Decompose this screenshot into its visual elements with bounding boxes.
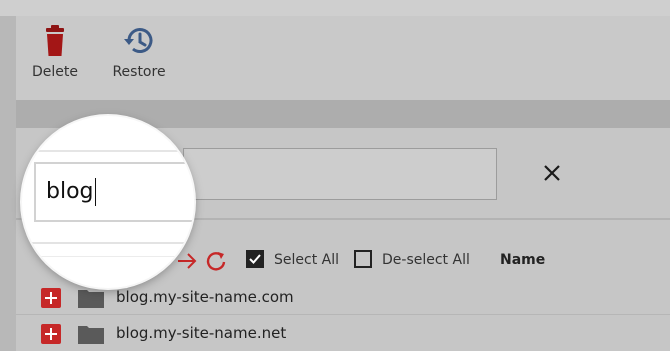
search-value: blog bbox=[46, 179, 94, 204]
select-all-label[interactable]: Select All bbox=[274, 252, 339, 268]
search-input[interactable]: blog bbox=[34, 162, 194, 222]
top-strip bbox=[0, 0, 670, 16]
search-input-frame[interactable] bbox=[183, 148, 497, 200]
folder-icon bbox=[78, 290, 104, 308]
expand-plus-icon[interactable] bbox=[41, 288, 61, 308]
name-column-header[interactable]: Name bbox=[500, 252, 545, 268]
list-item[interactable]: blog.my-site-name.net bbox=[16, 318, 670, 350]
delete-button[interactable]: Delete bbox=[20, 24, 90, 80]
deselect-all-checkbox[interactable] bbox=[354, 250, 372, 268]
checkmark-icon bbox=[249, 254, 261, 264]
trash-icon bbox=[46, 25, 64, 56]
magnified-divider bbox=[22, 256, 194, 257]
deselect-all-label[interactable]: De-select All bbox=[382, 252, 470, 268]
toolbar: Delete Restore bbox=[16, 16, 670, 100]
magnified-divider bbox=[22, 150, 194, 152]
expand-plus-icon[interactable] bbox=[41, 324, 61, 344]
magnified-divider bbox=[22, 242, 194, 244]
text-caret bbox=[94, 178, 96, 206]
row-divider bbox=[16, 314, 670, 315]
refresh-icon[interactable] bbox=[205, 250, 227, 272]
restore-button[interactable]: Restore bbox=[104, 24, 174, 80]
folder-icon bbox=[78, 326, 104, 344]
arrow-right-icon[interactable] bbox=[176, 252, 198, 270]
close-icon[interactable] bbox=[541, 162, 563, 184]
history-icon bbox=[124, 28, 153, 53]
left-gutter bbox=[0, 16, 16, 351]
item-name: blog.my-site-name.com bbox=[116, 288, 294, 306]
select-all-checkbox[interactable] bbox=[246, 250, 264, 268]
item-name: blog.my-site-name.net bbox=[116, 324, 287, 342]
magnifier-callout: blog bbox=[22, 116, 194, 288]
restore-label: Restore bbox=[112, 64, 166, 80]
delete-label: Delete bbox=[32, 64, 78, 80]
